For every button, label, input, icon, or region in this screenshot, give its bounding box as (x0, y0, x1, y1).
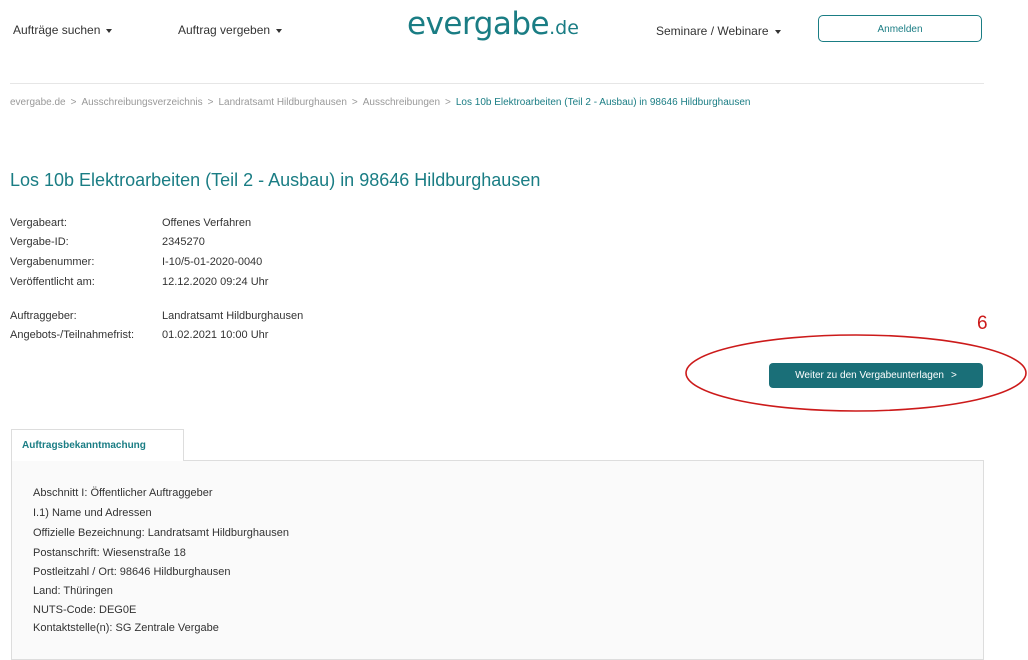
nav-auftraege-suchen-label: Aufträge suchen (13, 23, 101, 37)
detail-row-veroeffentlicht: Veröffentlicht am: 12.12.2020 09:24 Uhr (10, 276, 268, 288)
detail-row-vergabe-id: Vergabe-ID: 2345270 (10, 236, 205, 248)
detail-label: Auftraggeber: (10, 310, 77, 322)
logo-tld: .de (549, 17, 579, 39)
breadcrumb-separator-icon: > (207, 97, 214, 108)
detail-row-frist: Angebots-/Teilnahmefrist: 01.02.2021 10:0… (10, 329, 268, 341)
notice-line: Land: Thüringen (33, 585, 113, 597)
page-title: Los 10b Elektroarbeiten (Teil 2 - Ausbau… (10, 170, 541, 190)
breadcrumb: evergabe.de > Ausschreibungsverzeichnis > La… (10, 97, 751, 108)
detail-label: Veröffentlicht am: (10, 276, 95, 288)
detail-value: I-10/5-01-2020-0040 (162, 256, 263, 268)
annotation-number: 6 (977, 313, 988, 334)
breadcrumb-item-home[interactable]: evergabe.de (10, 97, 66, 108)
nav-auftrag-vergeben[interactable]: Auftrag vergeben (178, 23, 283, 37)
nav-seminare-webinare-label: Seminare / Webinare (656, 24, 769, 38)
breadcrumb-separator-icon: > (445, 97, 451, 108)
header-divider (10, 83, 984, 84)
notice-line: NUTS-Code: DEG0E (33, 604, 137, 616)
login-button[interactable]: Anmelden (818, 15, 982, 42)
breadcrumb-item-auftraggeber[interactable]: Landratsamt Hildburghausen (218, 97, 346, 108)
vergabeunterlagen-button-label: Weiter zu den Vergabeunterlagen (795, 370, 944, 381)
nav-seminare-webinare[interactable]: Seminare / Webinare (656, 24, 781, 38)
detail-value: 01.02.2021 10:00 Uhr (162, 329, 269, 341)
detail-row-auftraggeber: Auftraggeber: Landratsamt Hildburghausen (10, 310, 303, 322)
detail-value: 12.12.2020 09:24 Uhr (162, 276, 269, 288)
breadcrumb-item-verzeichnis[interactable]: Ausschreibungsverzeichnis (81, 97, 202, 108)
detail-value: Offenes Verfahren (162, 217, 252, 229)
chevron-right-icon: > (950, 370, 957, 381)
notice-line: Abschnitt I: Öffentlicher Auftraggeber (33, 487, 213, 499)
detail-label: Vergabeart: (10, 217, 67, 229)
notice-line: Offizielle Bezeichnung: Landratsamt Hild… (33, 527, 290, 539)
notice-line: Kontaktstelle(n): SG Zentrale Vergabe (33, 622, 219, 634)
caret-down-icon (276, 28, 283, 33)
notice-line: I.1) Name und Adressen (33, 507, 152, 519)
detail-value: 2345270 (162, 236, 205, 248)
top-navigation: Aufträge suchen Auftrag vergeben evergab… (0, 0, 1028, 70)
notice-line: Postanschrift: Wiesenstraße 18 (33, 547, 186, 559)
vergabeunterlagen-button[interactable]: Weiter zu den Vergabeunterlagen > (769, 363, 983, 388)
detail-row-vergabeart: Vergabeart: Offenes Verfahren (10, 217, 251, 229)
detail-label: Vergabenummer: (10, 256, 95, 268)
caret-down-icon (106, 28, 113, 33)
caret-down-icon (774, 29, 781, 34)
detail-row-vergabenummer: Vergabenummer: I-10/5-01-2020-0040 (10, 256, 262, 268)
breadcrumb-separator-icon: > (70, 97, 77, 108)
notice-line: Postleitzahl / Ort: 98646 Hildburghausen (33, 566, 231, 578)
detail-label: Angebots-/Teilnahmefrist: (10, 329, 135, 341)
nav-auftrag-vergeben-label: Auftrag vergeben (178, 23, 271, 37)
logo-brand: evergabe (407, 6, 550, 42)
detail-label: Vergabe-ID: (10, 236, 69, 248)
breadcrumb-current: Los 10b Elektroarbeiten (Teil 2 - Ausbau… (455, 97, 751, 108)
breadcrumb-item-ausschreibungen[interactable]: Ausschreibungen (363, 97, 440, 108)
nav-auftraege-suchen[interactable]: Aufträge suchen (13, 23, 113, 37)
detail-value: Landratsamt Hildburghausen (162, 310, 304, 322)
evergabe-logo[interactable]: evergabe.de (407, 6, 579, 42)
breadcrumb-separator-icon: > (351, 97, 358, 108)
tab-auftragsbekanntmachung[interactable]: Auftragsbekanntmachung (11, 429, 184, 461)
